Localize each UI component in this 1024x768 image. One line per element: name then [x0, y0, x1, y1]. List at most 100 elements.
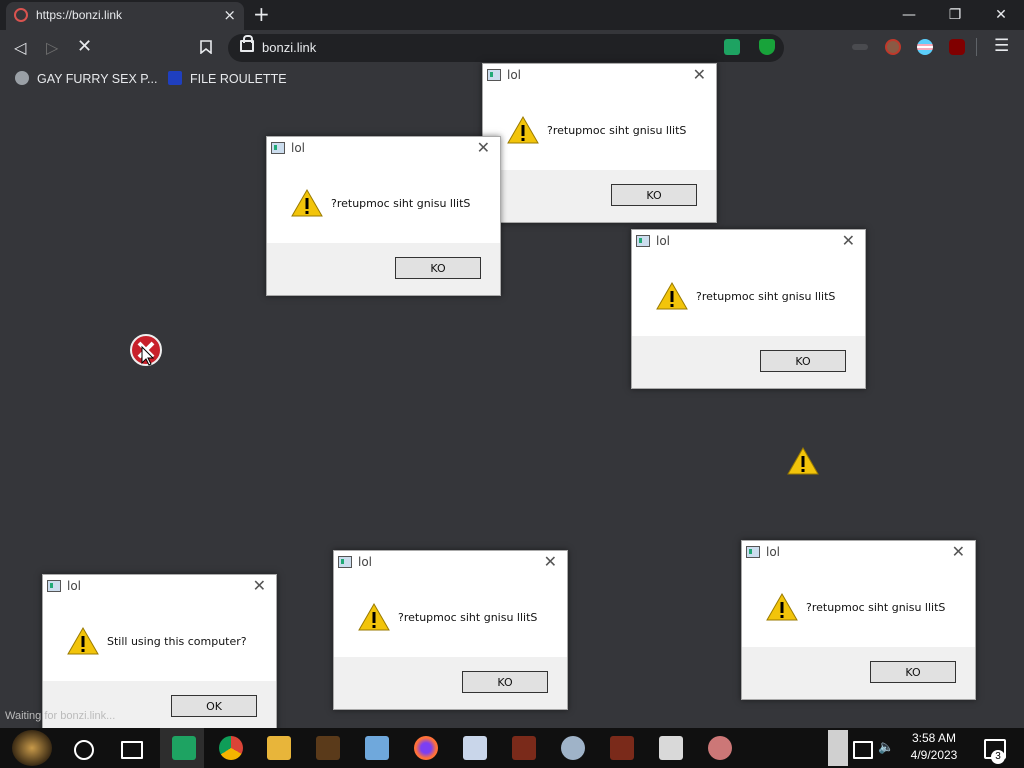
dialog-ok-button[interactable]: KO	[395, 257, 481, 279]
warning-icon	[67, 627, 99, 655]
globe-icon	[15, 71, 29, 85]
mft-icon	[168, 71, 182, 85]
warning-dialog: lol ✕ ?retupmoc siht gnisu llitS KO	[482, 63, 717, 223]
back-icon[interactable]: ◁	[14, 38, 26, 57]
profile-extension-icon[interactable]	[885, 39, 901, 55]
window-icon	[487, 69, 501, 81]
warning-dialog: lol ✕ ?retupmoc siht gnisu llitS KO	[631, 229, 866, 389]
dialog-title: lol	[291, 141, 306, 155]
volume-muted-icon[interactable]: 🔈	[878, 741, 894, 755]
app-icon[interactable]	[316, 736, 340, 760]
dialog-ok-button[interactable]: KO	[462, 671, 548, 693]
calculator-icon[interactable]	[659, 736, 683, 760]
close-icon[interactable]: ✕	[952, 542, 965, 561]
extension-icon[interactable]	[852, 44, 868, 50]
dialog-message: ?retupmoc siht gnisu llitS	[331, 197, 471, 210]
start-icon[interactable]	[12, 730, 52, 766]
dialog-title: lol	[67, 579, 82, 593]
warning-icon	[291, 189, 323, 217]
tab-bonzi[interactable]: https://bonzi.link ×	[6, 2, 244, 30]
dialog-titlebar[interactable]: lol ✕	[334, 551, 567, 573]
stop-loading-icon[interactable]: ✕	[77, 36, 92, 57]
sheets-icon[interactable]	[172, 736, 196, 760]
flag-extension-icon[interactable]	[917, 39, 933, 55]
clock-time: 3:58 AM	[911, 731, 957, 745]
error-icon	[130, 334, 162, 366]
warning-dialog: lol ✕ ?retupmoc siht gnisu llitS KO	[266, 136, 501, 296]
lock-icon	[240, 35, 254, 52]
ublock-icon[interactable]	[949, 39, 965, 55]
window-icon	[47, 580, 61, 592]
taskbar-scroll-block	[828, 730, 848, 766]
notepad-icon[interactable]	[365, 736, 389, 760]
url-text[interactable]: bonzi.link	[262, 40, 316, 55]
dialog-message: ?retupmoc siht gnisu llitS	[547, 124, 687, 137]
warning-icon	[787, 447, 819, 475]
dialog-ok-button[interactable]: KO	[760, 350, 846, 372]
close-icon[interactable]: ✕	[842, 231, 855, 250]
video-icon[interactable]	[610, 736, 634, 760]
dialog-ok-button[interactable]: KO	[870, 661, 956, 683]
warning-dialog: lol ✕ ?retupmoc siht gnisu llitS KO	[333, 550, 568, 710]
status-bubble: Waiting for bonzi.link...	[5, 710, 116, 722]
close-icon[interactable]: ✕	[477, 138, 490, 157]
menu-icon[interactable]: ☰	[994, 36, 1009, 56]
shield-extension-icon[interactable]	[759, 39, 775, 55]
notification-count-badge: 3	[991, 750, 1005, 764]
minimize-button[interactable]: —	[886, 0, 932, 30]
close-window-button[interactable]: ✕	[978, 0, 1024, 30]
dialog-message: ?retupmoc siht gnisu llitS	[398, 611, 538, 624]
bookmark-label: FILE ROULETTE	[190, 72, 287, 86]
dialog-titlebar[interactable]: lol ✕	[742, 541, 975, 563]
close-icon[interactable]: ✕	[253, 576, 266, 595]
firefox-icon[interactable]	[414, 736, 438, 760]
dialog-title: lol	[358, 555, 373, 569]
browser-titlebar: https://bonzi.link × + — ❐ ✕	[0, 0, 1024, 30]
paint-icon[interactable]	[561, 736, 585, 760]
network-icon[interactable]	[853, 741, 873, 759]
dialog-titlebar[interactable]: lol ✕	[43, 575, 276, 597]
bookmark-label: GAY FURRY SEX P...	[37, 72, 158, 86]
dialog-ok-button[interactable]: KO	[611, 184, 697, 206]
cortana-icon[interactable]	[74, 740, 94, 760]
video-icon[interactable]	[512, 736, 536, 760]
dialog-titlebar[interactable]: lol ✕	[483, 64, 716, 86]
warning-icon	[656, 282, 688, 310]
explorer-icon[interactable]	[267, 736, 291, 760]
warning-dialog: lol ✕ ?retupmoc siht gnisu llitS KO	[741, 540, 976, 700]
close-icon[interactable]: ✕	[693, 65, 706, 84]
browser-toolbar: ◁ ▷ ✕ bonzi.link ☰	[0, 30, 1024, 66]
chrome-icon[interactable]	[219, 736, 243, 760]
window-icon	[271, 142, 285, 154]
address-bar[interactable]: bonzi.link	[228, 34, 784, 62]
warning-icon	[507, 116, 539, 144]
dialog-title: lol	[766, 545, 781, 559]
bookmark-item[interactable]: FILE ROULETTE	[168, 71, 287, 86]
clock[interactable]: 3:58 AM 4/9/2023	[896, 730, 972, 764]
new-tab-button[interactable]: +	[253, 3, 270, 25]
paint-alt-icon[interactable]	[708, 736, 732, 760]
forward-icon[interactable]: ▷	[46, 38, 58, 57]
bookmark-item[interactable]: GAY FURRY SEX P...	[15, 71, 157, 86]
window-icon	[338, 556, 352, 568]
clock-date: 4/9/2023	[910, 748, 958, 762]
window-icon	[746, 546, 760, 558]
dialog-titlebar[interactable]: lol ✕	[632, 230, 865, 252]
sheets-extension-icon[interactable]	[724, 39, 740, 55]
dialog-title: lol	[656, 234, 671, 248]
wordpad-icon[interactable]	[463, 736, 487, 760]
taskbar: 🔈 3:58 AM 4/9/2023 3	[0, 728, 1024, 768]
warning-icon	[766, 593, 798, 621]
dialog-ok-button[interactable]: OK	[171, 695, 257, 717]
dialog-message: ?retupmoc siht gnisu llitS	[806, 601, 946, 614]
dialog-titlebar[interactable]: lol ✕	[267, 137, 500, 159]
close-icon[interactable]: ✕	[544, 552, 557, 571]
tab-close-icon[interactable]: ×	[223, 6, 236, 24]
maximize-button[interactable]: ❐	[932, 0, 978, 30]
warning-icon	[358, 603, 390, 631]
task-view-icon[interactable]	[121, 741, 143, 759]
bookmark-icon[interactable]	[200, 40, 212, 54]
dialog-title: lol	[507, 68, 522, 82]
tab-favicon-icon	[14, 8, 28, 22]
dialog-message: Still using this computer?	[107, 635, 247, 648]
